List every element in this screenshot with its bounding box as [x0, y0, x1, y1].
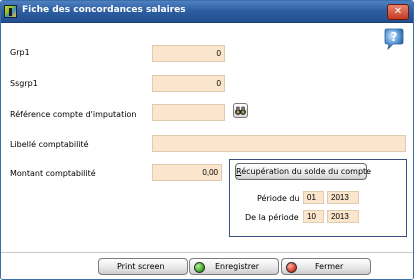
red-close-icon: [286, 262, 297, 273]
fermer-button[interactable]: Fermer: [281, 258, 371, 275]
periode-du-year-input[interactable]: 2013: [327, 191, 359, 204]
periode-du-label: Période du: [257, 194, 300, 203]
print-screen-label: Print screen: [117, 262, 165, 271]
libelle-input[interactable]: [152, 135, 406, 152]
window-title: Fiche des concordances salaires: [22, 5, 186, 15]
periode-du-month-input[interactable]: 01: [303, 191, 324, 204]
de-la-periode-year-input[interactable]: 2013: [327, 210, 359, 223]
libelle-label: Libellé comptabilité: [10, 140, 89, 149]
recuperation-label: écupération du solde du compte: [241, 167, 372, 176]
montant-label: Montant comptabilité: [10, 169, 96, 178]
grp1-label: Grp1: [10, 48, 30, 57]
recuperation-solde-button[interactable]: Récupération du solde du compte: [235, 163, 371, 180]
close-window-button[interactable]: ✕: [387, 4, 409, 20]
de-la-periode-month-input[interactable]: 10: [303, 210, 324, 223]
app-icon: [4, 5, 17, 18]
montant-input[interactable]: 0,00: [152, 164, 222, 181]
reference-compte-input[interactable]: [152, 104, 225, 121]
lookup-button[interactable]: [233, 103, 248, 118]
help-glyph: ?: [391, 30, 398, 44]
ssgrp1-input[interactable]: 0: [152, 75, 225, 92]
ssgrp1-label: Ssgrp1: [10, 79, 38, 88]
binoculars-icon: [235, 106, 246, 115]
reference-compte-label: Référence compte d'imputation: [10, 110, 137, 119]
save-label: Enregistrer: [215, 262, 260, 271]
fermer-label: Fermer: [315, 262, 344, 271]
concordances-dialog: Fiche des concordances salaires ✕ ? Grp1…: [0, 0, 414, 280]
print-screen-button[interactable]: Print screen: [98, 258, 188, 275]
help-icon[interactable]: ?: [382, 27, 406, 51]
de-la-periode-label: De la période: [245, 213, 299, 222]
grp1-input[interactable]: 0: [152, 45, 225, 62]
green-check-icon: [194, 262, 205, 273]
title-bar[interactable]: Fiche des concordances salaires ✕: [1, 1, 413, 23]
save-button[interactable]: Enregistrer: [189, 258, 279, 275]
